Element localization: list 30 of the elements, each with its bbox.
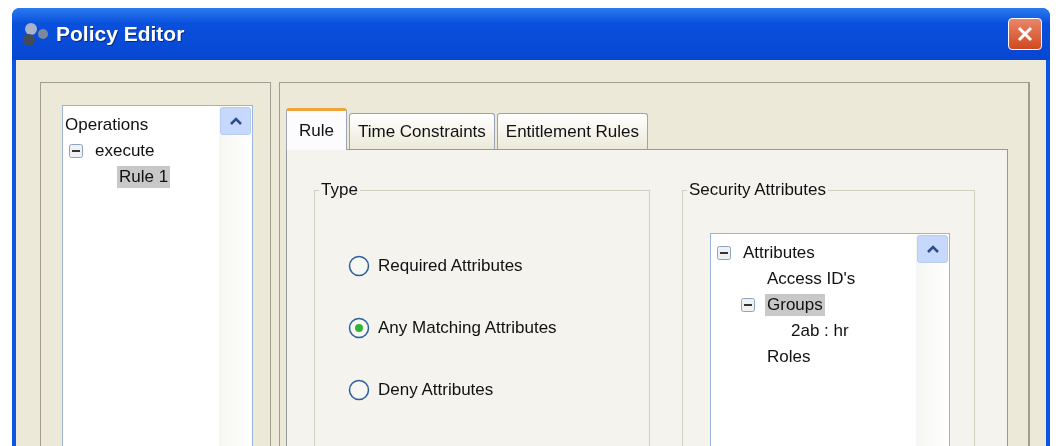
tab[interactable]: Entitlement Rules — [496, 113, 649, 149]
scroll-up-button[interactable] — [220, 107, 251, 135]
radio-option[interactable]: Any Matching Attributes — [348, 317, 649, 339]
window-title: Policy Editor — [56, 22, 186, 46]
tree-item[interactable]: Groups — [765, 294, 825, 316]
collapse-icon[interactable] — [69, 144, 83, 158]
chevron-up-icon — [228, 116, 243, 126]
radio-option[interactable]: Deny Attributes — [348, 379, 649, 401]
tree-item[interactable]: execute — [93, 140, 157, 162]
tree-item[interactable]: Roles — [765, 346, 813, 368]
radio-icon[interactable] — [348, 255, 370, 277]
radio-icon[interactable] — [348, 317, 370, 339]
collapse-icon[interactable] — [717, 246, 731, 260]
tab[interactable]: Rule — [286, 108, 347, 150]
tab[interactable]: Time Constraints — [348, 113, 495, 149]
tree-item[interactable]: Access ID's — [765, 268, 858, 290]
molecule-icon — [22, 21, 50, 47]
collapse-icon[interactable] — [741, 298, 755, 312]
tree-item[interactable]: 2ab : hr — [789, 320, 851, 342]
scroll-up-button[interactable] — [917, 235, 948, 263]
chevron-up-icon — [925, 244, 940, 254]
radio-option[interactable]: Required Attributes — [348, 255, 649, 277]
tree-item[interactable]: Attributes — [741, 242, 817, 264]
tree-item[interactable]: Rule 1 — [117, 166, 171, 188]
radio-icon[interactable] — [348, 379, 370, 401]
group-title: Type — [319, 180, 360, 200]
group-title: Security Attributes — [687, 180, 828, 200]
close-button[interactable] — [1008, 18, 1042, 50]
close-icon — [1016, 25, 1034, 43]
tree-item[interactable]: Operations — [63, 114, 151, 136]
